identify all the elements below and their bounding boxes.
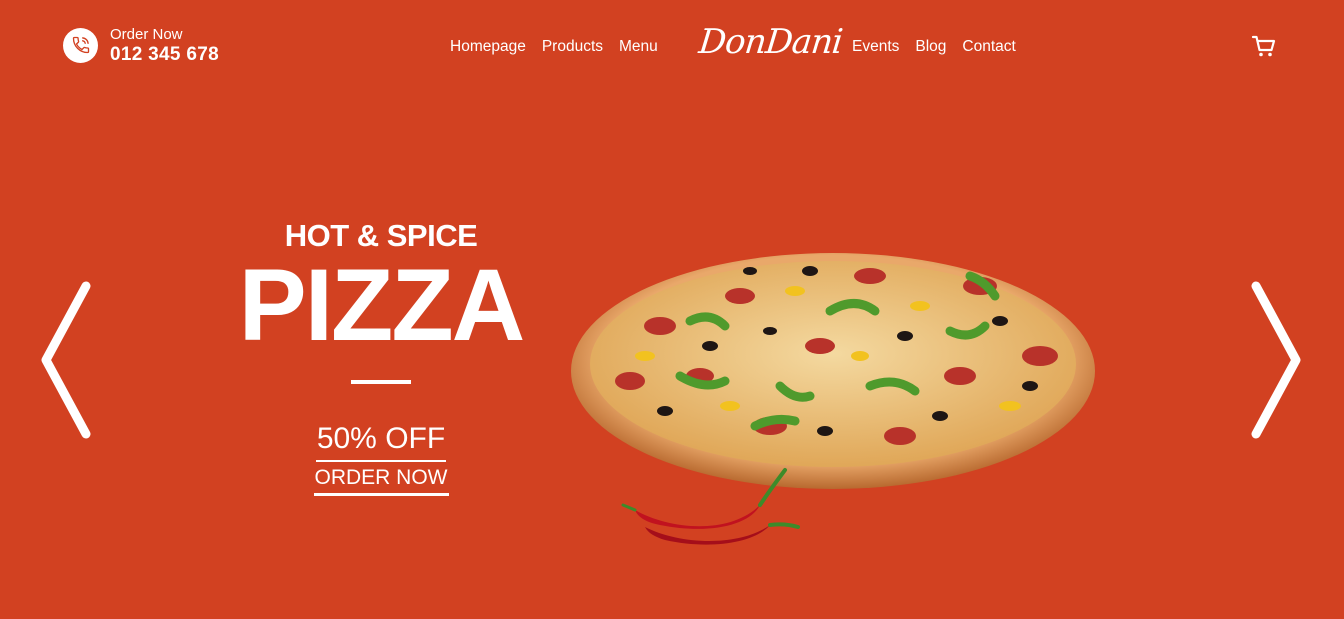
cart-icon[interactable] bbox=[1251, 33, 1277, 64]
phone-icon bbox=[63, 27, 98, 63]
order-now-button[interactable]: ORDER NOW bbox=[313, 466, 449, 496]
nav-contact[interactable]: Contact bbox=[962, 38, 1015, 56]
hero-content: HOT & SPICE PIZZA 50% OFF ORDER NOW bbox=[221, 218, 541, 496]
chili-pepper-image bbox=[620, 465, 805, 555]
site-header: Order Now 012 345 678 Homepage Products … bbox=[0, 0, 1344, 95]
nav-events[interactable]: Events bbox=[852, 38, 899, 56]
hero-title: PIZZA bbox=[238, 248, 526, 362]
chevron-right-icon[interactable] bbox=[1248, 280, 1304, 445]
order-phone-number[interactable]: 012 345 678 bbox=[110, 45, 219, 64]
discount-label: 50% OFF bbox=[315, 422, 447, 462]
nav-products[interactable]: Products bbox=[542, 38, 603, 56]
nav-menu[interactable]: Menu bbox=[619, 38, 658, 56]
site-logo[interactable]: DonDani bbox=[697, 22, 844, 62]
chevron-left-icon[interactable] bbox=[38, 280, 94, 445]
order-now-label: Order Now bbox=[110, 26, 183, 43]
main-nav-right: Events Blog Contact bbox=[852, 38, 1016, 56]
pizza-image bbox=[570, 236, 1100, 501]
nav-homepage[interactable]: Homepage bbox=[450, 38, 526, 56]
main-nav-left: Homepage Products Menu bbox=[450, 38, 658, 56]
order-contact[interactable]: Order Now 012 345 678 bbox=[63, 26, 219, 64]
nav-blog[interactable]: Blog bbox=[915, 38, 946, 56]
